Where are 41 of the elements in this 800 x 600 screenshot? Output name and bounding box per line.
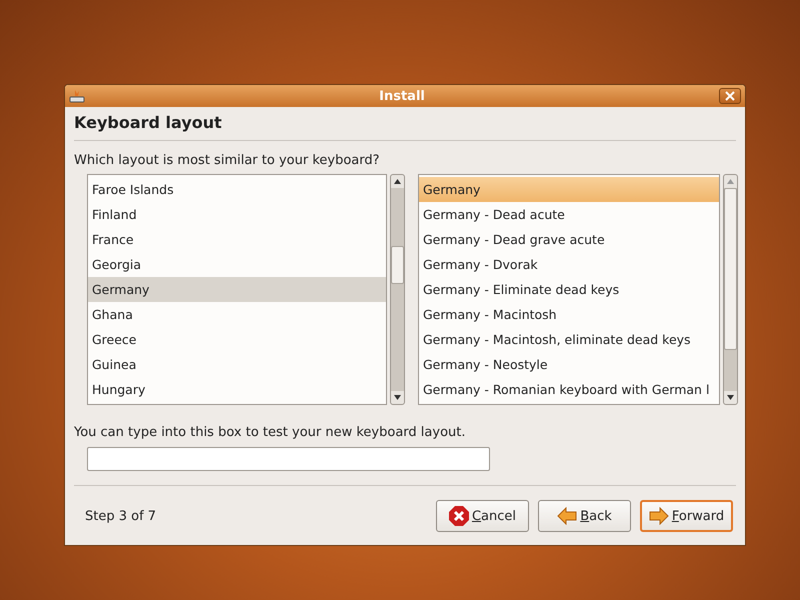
variant-item[interactable]: Germany - Macintosh, eliminate dead keys (419, 327, 719, 352)
window-title: Install (378, 88, 426, 104)
variant-item[interactable]: Germany (419, 177, 719, 202)
up-arrow-icon (727, 179, 734, 184)
down-arrow-icon (394, 395, 401, 400)
scrollbar[interactable] (723, 174, 738, 405)
question-label: Which layout is most similar to your keyboard? (74, 153, 381, 168)
close-button[interactable] (719, 88, 741, 104)
country-item[interactable]: Greece (88, 327, 386, 352)
up-arrow-icon (394, 179, 401, 184)
variant-item[interactable]: Germany - Dead grave acute (419, 227, 719, 252)
country-item[interactable]: Ghana (88, 302, 386, 327)
stop-icon (448, 506, 469, 526)
country-item[interactable]: France (88, 227, 386, 252)
country-item[interactable]: Faroe Islands (88, 177, 386, 202)
forward-button[interactable]: Forward (640, 500, 733, 532)
step-label: Step 3 of 7 (85, 508, 156, 524)
page-heading: Keyboard layout (74, 112, 223, 134)
right-arrow-icon (648, 507, 669, 525)
scrollbar-thumb[interactable] (391, 246, 404, 284)
country-item[interactable]: Georgia (88, 252, 386, 277)
scrollbar[interactable] (390, 174, 405, 405)
variant-item[interactable]: Germany - Dvorak (419, 252, 719, 277)
back-button[interactable]: Back (538, 500, 631, 532)
down-arrow-icon (727, 395, 734, 400)
close-icon (725, 91, 735, 101)
left-arrow-icon (557, 507, 578, 525)
test-label: You can type into this box to test your new keyboard layout. (74, 425, 466, 440)
variant-item[interactable]: Germany - Romanian keyboard with German l (419, 377, 719, 402)
country-item[interactable]: Finland (88, 202, 386, 227)
variant-item[interactable]: Germany - Eliminate dead keys (419, 277, 719, 302)
variant-item[interactable]: Germany - Macintosh (419, 302, 719, 327)
country-item[interactable]: Hungary (88, 377, 386, 402)
cancel-button[interactable]: Cancel (436, 500, 529, 532)
country-item[interactable]: Guinea (88, 352, 386, 377)
variant-item[interactable]: Germany - Dead acute (419, 202, 719, 227)
variant-item[interactable]: Germany - Neostyle (419, 352, 719, 377)
installer-icon (69, 89, 85, 103)
test-input-field[interactable] (87, 447, 490, 471)
scrollbar-thumb[interactable] (724, 188, 737, 350)
country-item[interactable]: Germany (88, 277, 386, 302)
